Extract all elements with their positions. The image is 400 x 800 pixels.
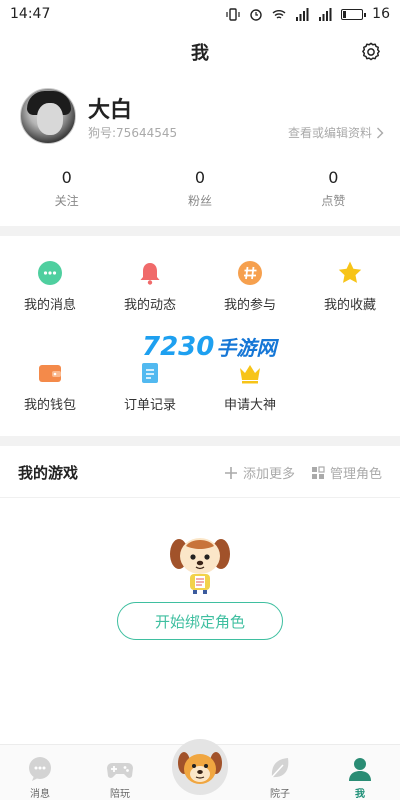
order-icon (142, 363, 158, 383)
menu-item-label: 订单记录 (123, 398, 176, 413)
menu-item-label: 我的收藏 (323, 298, 376, 313)
battery-icon (341, 8, 367, 20)
dog-mascot-illustration (170, 538, 230, 594)
dog-mascot-icon (178, 752, 222, 784)
menu-item-label: 申请大神 (223, 398, 276, 413)
settings-gear-icon[interactable] (360, 41, 382, 63)
hashtag-icon (238, 261, 262, 285)
menu-item-label: 我的动态 (123, 298, 176, 313)
message-icon (38, 261, 62, 285)
stat-label: 关注 (54, 194, 79, 208)
watermark-number: 7230 (142, 332, 215, 362)
tab-label: 我 (355, 789, 365, 800)
stat-count: 0 (328, 168, 339, 187)
menu-item-my-messages[interactable]: 我的消息 (0, 258, 100, 358)
tab-label: 陪玩 (110, 789, 130, 800)
signal-4g-icon (319, 7, 332, 21)
avatar-face (37, 103, 63, 135)
title-bar: 我 (0, 30, 400, 74)
manage-roles-button[interactable]: 管理角色 (311, 463, 382, 482)
user-id: 狗号:75644545 (88, 126, 178, 140)
tab-messages[interactable]: 消息 (0, 745, 80, 800)
plus-icon (224, 466, 237, 479)
bind-role-button[interactable]: 开始绑定角色 (117, 602, 283, 640)
add-more-button[interactable]: 添加更多 (224, 463, 295, 482)
stat-label: 粉丝 (187, 194, 212, 208)
stat-count: 0 (61, 168, 72, 187)
gamepad-icon (107, 763, 133, 778)
add-more-label: 添加更多 (242, 467, 295, 482)
battery-level: 16 (372, 6, 390, 22)
status-time: 14:47 (10, 6, 51, 22)
menu-item-label: 我的消息 (23, 298, 76, 313)
my-games-header: 我的游戏 添加更多 管理角色 (0, 448, 400, 498)
bottom-tab-bar: 消息 陪玩 院子 我 (0, 739, 400, 800)
status-icons: 16 (226, 6, 390, 22)
signal-3g-icon (296, 7, 309, 21)
grid-manage-icon (311, 465, 325, 479)
tab-label: 消息 (30, 789, 50, 800)
vibrate-icon (226, 7, 240, 21)
menu-item-label: 我的钱包 (23, 398, 76, 413)
tab-label: 院子 (270, 789, 290, 800)
star-icon (338, 261, 362, 283)
leaf-icon (271, 758, 289, 778)
menu-item-label: 我的参与 (223, 298, 276, 313)
tab-play-companion[interactable]: 陪玩 (80, 745, 160, 800)
profile-card[interactable]: 大白 狗号:75644545 查看或编辑资料 (20, 88, 390, 150)
wallet-icon (39, 365, 61, 382)
stats-row: 0 关注 0 粉丝 0 点赞 (0, 168, 400, 212)
edit-profile-label: 查看或编辑资料 (287, 126, 372, 140)
watermark-text: 手游网 (216, 336, 277, 360)
status-bar: 14:47 16 (0, 0, 400, 28)
chat-bubble-icon (29, 757, 51, 781)
stat-followers[interactable]: 0 粉丝 (133, 168, 266, 212)
bell-icon (140, 263, 160, 285)
alarm-icon (250, 8, 262, 21)
watermark-logo: 7230 手游网 (142, 332, 276, 362)
avatar[interactable] (20, 88, 76, 144)
my-games-title: 我的游戏 (18, 464, 79, 482)
crown-icon (240, 365, 260, 384)
tab-me[interactable]: 我 (320, 745, 400, 800)
section-divider (0, 226, 400, 236)
stat-label: 点赞 (321, 194, 346, 208)
chevron-right-icon (377, 127, 384, 138)
games-actions: 添加更多 管理角色 (224, 463, 382, 482)
menu-item-my-favorites[interactable]: 我的收藏 (300, 258, 400, 358)
edit-profile-link[interactable]: 查看或编辑资料 (288, 124, 384, 141)
stat-count: 0 (194, 168, 206, 187)
username: 大白 (88, 98, 133, 123)
section-divider (0, 436, 400, 446)
tab-yard[interactable]: 院子 (240, 745, 320, 800)
stat-following[interactable]: 0 关注 (0, 168, 133, 212)
manage-roles-label: 管理角色 (329, 467, 382, 482)
stat-likes[interactable]: 0 点赞 (267, 168, 400, 212)
person-icon (349, 758, 371, 781)
wifi-icon (272, 9, 286, 19)
center-mascot-button[interactable] (172, 739, 228, 795)
page-title: 我 (191, 43, 209, 64)
